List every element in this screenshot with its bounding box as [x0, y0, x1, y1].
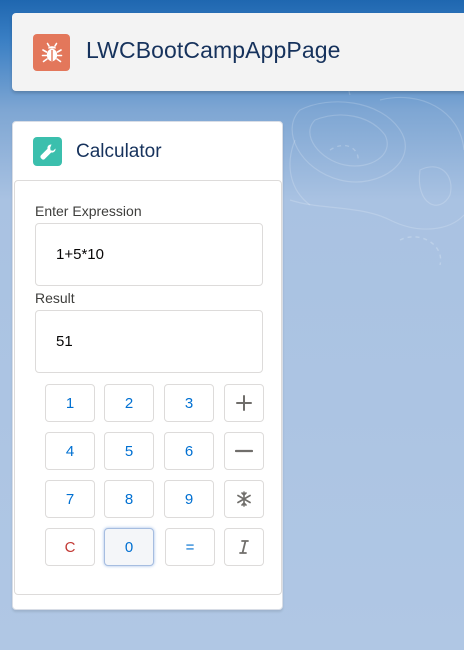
divide-button[interactable] — [224, 528, 264, 566]
digit-5-button[interactable]: 5 — [104, 432, 154, 470]
result-field[interactable] — [35, 310, 263, 373]
minus-button[interactable] — [224, 432, 264, 470]
multiply-button[interactable] — [224, 480, 264, 518]
italic-i-icon — [239, 540, 249, 554]
digit-3-button[interactable]: 3 — [164, 384, 214, 422]
card-title: Calculator — [76, 141, 162, 162]
clear-button[interactable]: C — [45, 528, 95, 566]
calculator-card: Calculator Enter Expression Result 1 2 3… — [12, 121, 283, 610]
digit-0-button[interactable]: 0 — [104, 528, 154, 566]
snowflake-icon — [237, 491, 251, 507]
result-label: Result — [35, 290, 75, 306]
digit-4-button[interactable]: 4 — [45, 432, 95, 470]
page-title: LWCBootCampAppPage — [86, 37, 341, 63]
digit-7-button[interactable]: 7 — [45, 480, 95, 518]
equals-button[interactable]: = — [165, 528, 215, 566]
digit-8-button[interactable]: 8 — [104, 480, 154, 518]
plus-button[interactable] — [224, 384, 264, 422]
digit-9-button[interactable]: 9 — [164, 480, 214, 518]
wrench-icon — [33, 137, 62, 166]
digit-1-button[interactable]: 1 — [45, 384, 95, 422]
calculator-body: Enter Expression Result 1 2 3 4 5 6 7 8 … — [14, 180, 282, 595]
app-header: LWCBootCampAppPage — [12, 13, 464, 91]
bug-icon — [33, 34, 70, 71]
digit-2-button[interactable]: 2 — [104, 384, 154, 422]
minus-icon — [235, 449, 253, 453]
digit-6-button[interactable]: 6 — [164, 432, 214, 470]
expression-input[interactable] — [35, 223, 263, 286]
plus-icon — [236, 395, 252, 411]
expression-label: Enter Expression — [35, 203, 142, 219]
